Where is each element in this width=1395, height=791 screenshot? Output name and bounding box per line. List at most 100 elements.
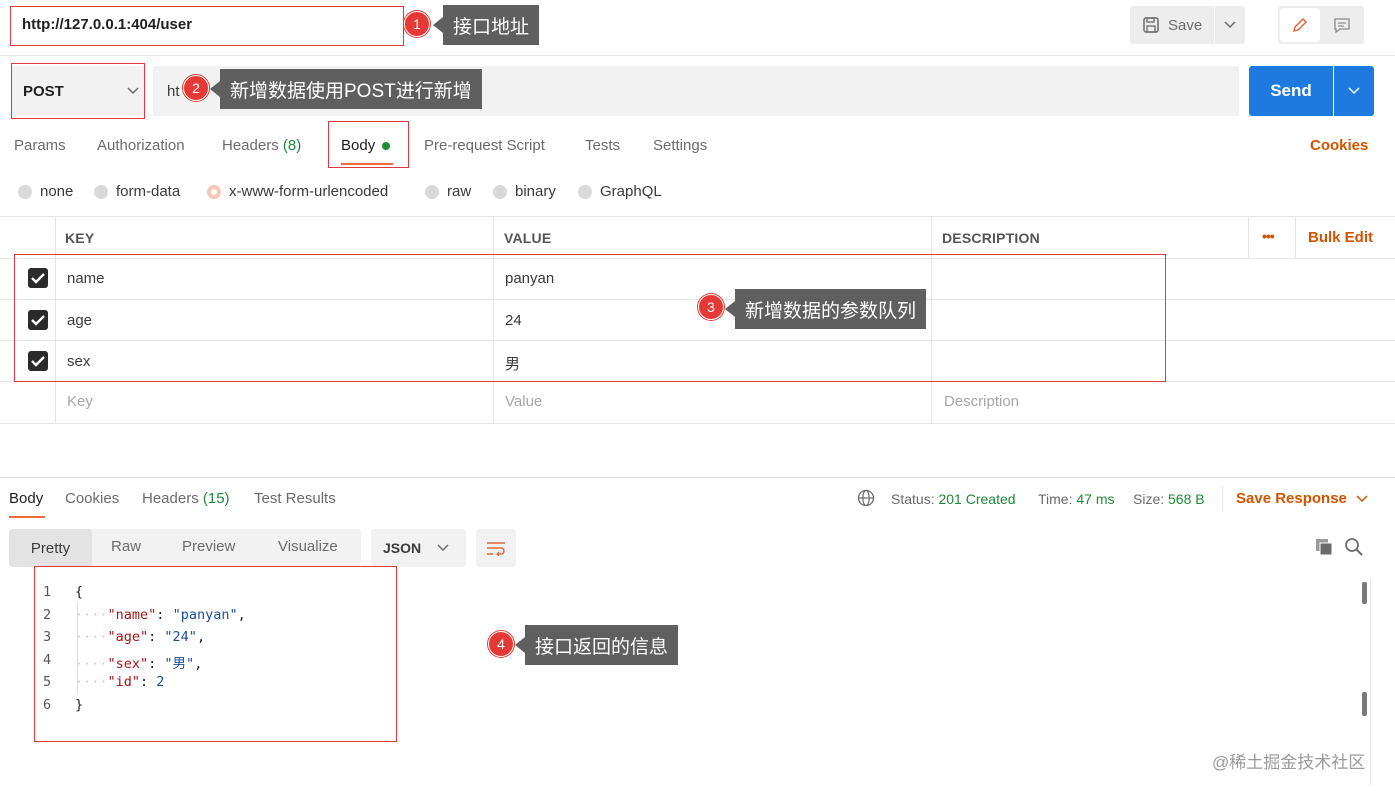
scrollbar-thumb-bottom[interactable] xyxy=(1362,692,1367,716)
header-description: DESCRIPTION xyxy=(942,230,1040,246)
radio-dot xyxy=(94,184,108,199)
response-tab-headers-count: (15) xyxy=(202,490,230,507)
edit-mode-button[interactable] xyxy=(1280,8,1320,42)
save-dropdown-button[interactable] xyxy=(1215,6,1245,44)
send-label: Send xyxy=(1270,81,1312,100)
params-highlight-box xyxy=(14,254,1166,382)
format-value: JSON xyxy=(383,540,422,556)
wrap-lines-button[interactable] xyxy=(476,529,516,567)
radio-label: GraphQL xyxy=(600,183,662,200)
radio-none[interactable]: none xyxy=(18,183,73,200)
new-key-input[interactable]: Key xyxy=(67,393,93,410)
send-button[interactable]: Send xyxy=(1249,66,1333,116)
view-tab-pretty[interactable]: Pretty xyxy=(9,529,92,567)
view-tab-preview[interactable]: Preview xyxy=(182,538,235,555)
annotation-number: 1 xyxy=(404,11,430,37)
radio-dot-selected xyxy=(207,184,221,199)
scrollbar-thumb-top[interactable] xyxy=(1362,582,1367,604)
search-icon[interactable] xyxy=(1344,537,1364,557)
annotation-number: 2 xyxy=(183,75,209,101)
annotation-label: 新增数据使用POST进行新增 xyxy=(210,69,482,109)
col-border xyxy=(1248,216,1249,258)
radio-dot xyxy=(18,184,32,199)
divider xyxy=(0,55,1395,56)
chevron-down-icon xyxy=(1348,87,1360,95)
radio-raw[interactable]: raw xyxy=(425,183,471,200)
row-border xyxy=(0,423,1395,424)
url-highlight-box xyxy=(10,6,404,46)
size-info: Size: 568 B xyxy=(1133,491,1205,507)
watermark: @稀土掘金技术社区 xyxy=(1212,753,1366,772)
response-tab-test-results[interactable]: Test Results xyxy=(254,490,336,507)
time-info: Time: 47 ms xyxy=(1038,491,1115,507)
chevron-down-icon xyxy=(1356,494,1368,502)
pencil-icon xyxy=(1292,17,1308,33)
radio-graphql[interactable]: GraphQL xyxy=(578,183,662,200)
header-key: KEY xyxy=(65,230,95,246)
view-tab-raw[interactable]: Raw xyxy=(111,538,141,555)
save-response-label: Save Response xyxy=(1236,490,1347,507)
tab-headers-label: Headers xyxy=(222,137,279,154)
body-tab-highlight-box xyxy=(328,121,409,168)
radio-dot xyxy=(493,184,507,199)
new-description-input[interactable]: Description xyxy=(944,393,1019,410)
response-tab-headers-label: Headers xyxy=(142,490,199,507)
format-select[interactable]: JSON xyxy=(371,529,466,567)
tab-params[interactable]: Params xyxy=(14,137,66,154)
radio-label: none xyxy=(40,183,74,200)
save-label: Save xyxy=(1168,16,1203,34)
comment-icon xyxy=(1334,18,1350,34)
save-icon xyxy=(1143,17,1159,33)
radio-x-www-form-urlencoded[interactable]: x-www-form-urlencoded xyxy=(207,183,388,200)
radio-label: raw xyxy=(447,183,472,200)
status-label: Status: xyxy=(891,491,935,507)
cookies-link[interactable]: Cookies xyxy=(1310,137,1368,154)
annotation-number: 3 xyxy=(698,294,724,320)
radio-label: x-www-form-urlencoded xyxy=(229,183,389,200)
save-button[interactable]: Save xyxy=(1130,6,1214,44)
response-tab-body-underline xyxy=(9,516,45,518)
globe-icon[interactable] xyxy=(857,489,875,507)
tab-headers-count: (8) xyxy=(282,137,302,154)
tab-headers[interactable]: Headers (8) xyxy=(222,137,301,154)
col-border xyxy=(1295,216,1296,258)
status-info: Status: 201 Created xyxy=(891,491,1016,507)
radio-binary[interactable]: binary xyxy=(493,183,556,200)
radio-label: binary xyxy=(515,183,556,200)
view-tab-visualize[interactable]: Visualize xyxy=(278,538,338,555)
time-label: Time: xyxy=(1038,491,1073,507)
tab-authorization[interactable]: Authorization xyxy=(97,137,185,154)
save-response-button[interactable]: Save Response xyxy=(1236,490,1368,507)
table-top-border xyxy=(0,216,1395,217)
new-value-input[interactable]: Value xyxy=(505,393,542,410)
radio-form-data[interactable]: form-data xyxy=(94,183,180,200)
radio-dot xyxy=(425,184,439,199)
comment-mode-button[interactable] xyxy=(1322,8,1362,42)
response-tab-cookies[interactable]: Cookies xyxy=(65,490,119,507)
annotation-label: 接口返回的信息 xyxy=(514,625,679,665)
tab-settings[interactable]: Settings xyxy=(653,137,707,154)
scrollbar-track[interactable] xyxy=(1370,580,1371,785)
chevron-down-icon xyxy=(1224,21,1236,29)
copy-icon[interactable] xyxy=(1314,537,1334,557)
size-label: Size: xyxy=(1133,491,1165,507)
response-tab-headers[interactable]: Headers (15) xyxy=(142,490,230,507)
url-input-value: ht xyxy=(167,82,180,100)
response-highlight-box xyxy=(34,566,397,742)
annotation-label: 新增数据的参数队列 xyxy=(724,289,927,329)
annotation-number: 4 xyxy=(488,631,514,657)
time-value: 47 ms xyxy=(1076,491,1115,507)
tab-tests[interactable]: Tests xyxy=(585,137,620,154)
tab-pre-request-script[interactable]: Pre-request Script xyxy=(424,137,545,154)
send-dropdown-button[interactable] xyxy=(1334,66,1374,116)
chevron-down-icon xyxy=(437,544,449,552)
more-options-icon[interactable]: ••• xyxy=(1262,228,1275,244)
mode-toggle xyxy=(1278,6,1364,44)
radio-dot xyxy=(578,184,592,199)
radio-label: form-data xyxy=(116,183,181,200)
response-divider xyxy=(0,477,1395,478)
wrap-lines-icon xyxy=(487,542,505,556)
bulk-edit-link[interactable]: Bulk Edit xyxy=(1308,229,1373,246)
response-tab-body[interactable]: Body xyxy=(9,490,43,507)
header-value: VALUE xyxy=(504,230,552,246)
